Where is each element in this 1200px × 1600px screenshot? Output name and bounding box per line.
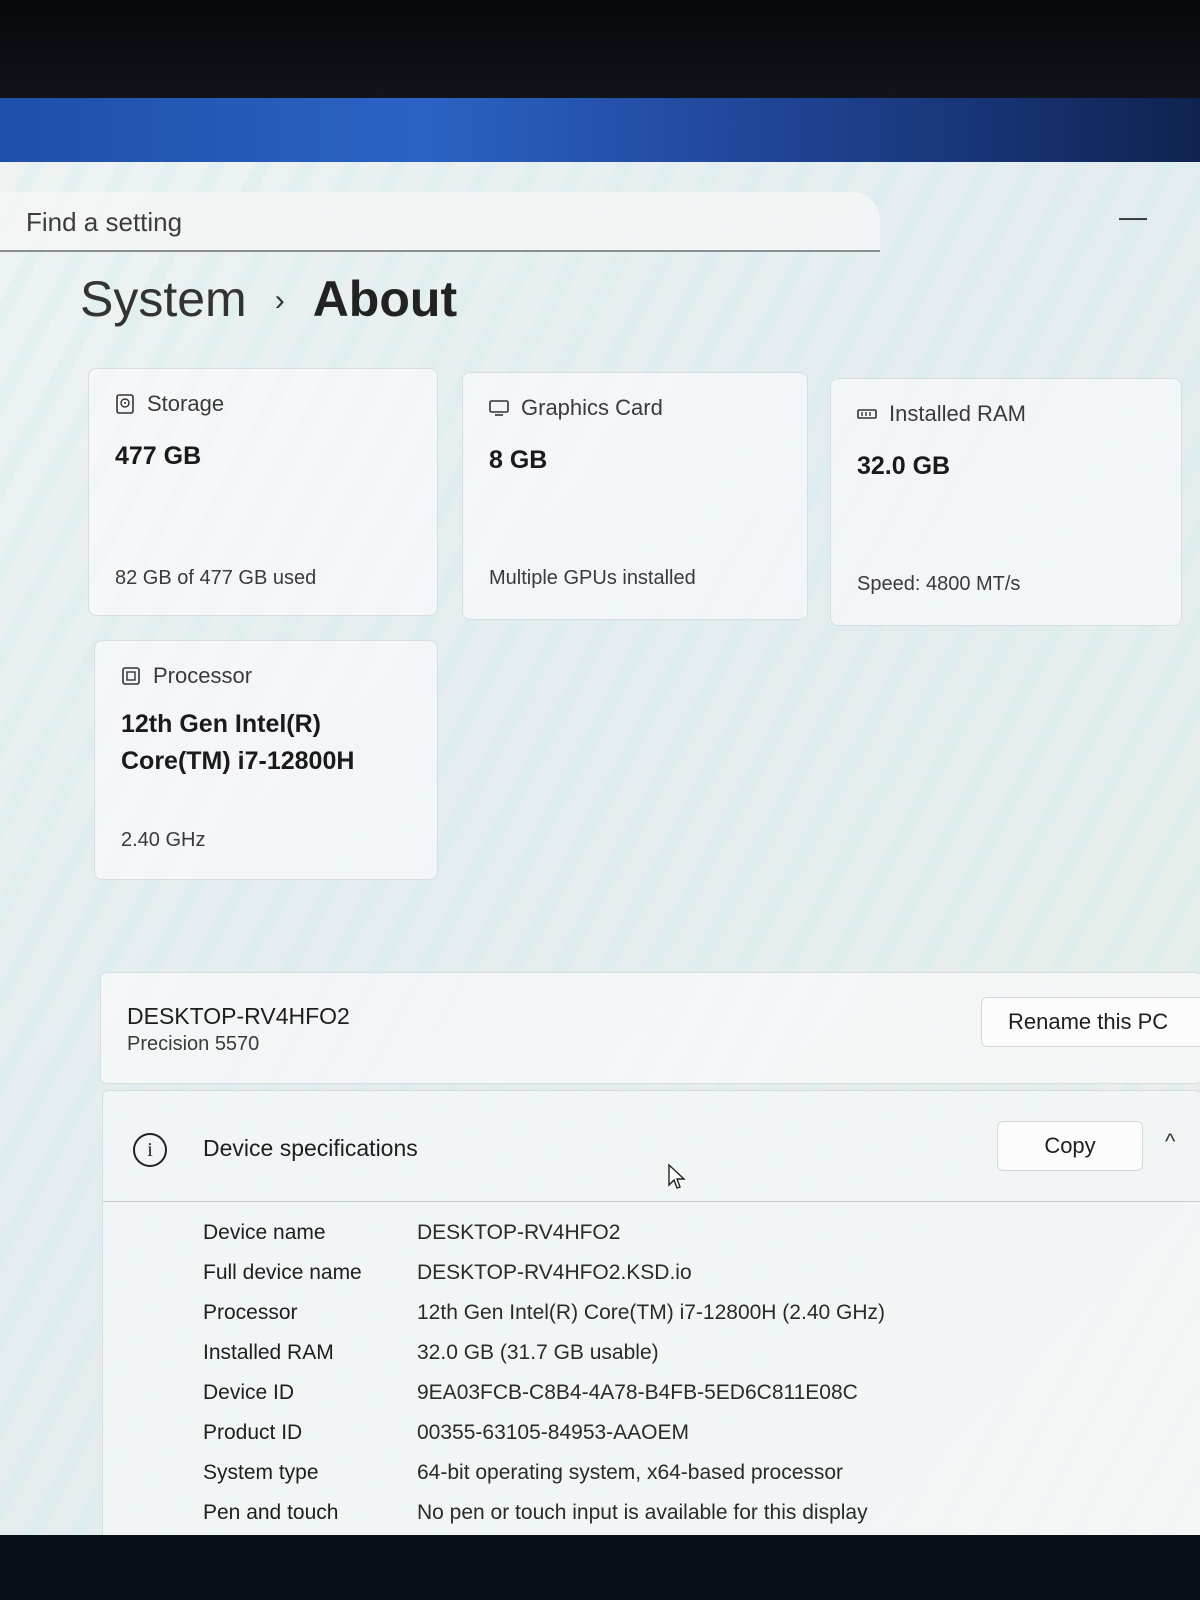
processor-model-line1: 12th Gen Intel(R)	[121, 710, 322, 738]
minimize-button[interactable]: —	[1093, 188, 1173, 246]
ram-card[interactable]: Installed RAM 32.0 GB Speed: 4800 MT/s	[830, 378, 1182, 626]
table-row: System type 64-bit operating system, x64-…	[203, 1453, 885, 1493]
graphics-card[interactable]: Graphics Card 8 GB Multiple GPUs install…	[462, 372, 808, 620]
spec-key: Full device name	[203, 1261, 362, 1284]
spec-value: DESKTOP-RV4HFO2	[417, 1221, 621, 1244]
breadcrumb: System › About	[80, 270, 457, 328]
pc-model: Precision 5570	[127, 1033, 260, 1055]
device-specifications-panel: i Device specifications Copy ^ Device na…	[102, 1090, 1200, 1536]
monitor-icon	[489, 400, 509, 416]
copy-button[interactable]: Copy	[997, 1121, 1143, 1171]
processor-icon	[122, 667, 140, 685]
processor-speed: 2.40 GHz	[121, 829, 206, 851]
spec-table: Device name DESKTOP-RV4HFO2 Full device n…	[203, 1213, 885, 1533]
graphics-title: Graphics Card	[521, 395, 663, 420]
spec-key: Device ID	[203, 1381, 295, 1404]
storage-card[interactable]: Storage 477 GB 82 GB of 477 GB used	[88, 368, 438, 616]
breadcrumb-system[interactable]: System	[80, 270, 247, 328]
spec-key: System type	[203, 1461, 319, 1484]
monitor-bezel-top	[0, 0, 1200, 100]
memory-icon	[857, 409, 877, 419]
table-row: Full device name DESKTOP-RV4HFO2.KSD.io	[203, 1253, 885, 1293]
storage-value: 477 GB	[115, 442, 202, 470]
ram-value: 32.0 GB	[857, 452, 951, 480]
breadcrumb-separator: ›	[274, 284, 285, 317]
spec-key: Processor	[203, 1301, 298, 1324]
ram-title: Installed RAM	[889, 401, 1026, 426]
page-title: About	[312, 271, 458, 327]
chevron-up-icon[interactable]: ^	[1165, 1129, 1175, 1155]
mouse-cursor-icon	[668, 1163, 686, 1189]
spec-key: Pen and touch	[203, 1501, 339, 1524]
storage-icon	[116, 394, 134, 414]
spec-value: DESKTOP-RV4HFO2.KSD.io	[417, 1261, 692, 1284]
search-input[interactable]	[24, 202, 848, 242]
table-row: Product ID 00355-63105-84953-AAOEM	[203, 1413, 885, 1453]
processor-model-line2: Core(TM) i7-12800H	[121, 747, 355, 775]
spec-value: 12th Gen Intel(R) Core(TM) i7-12800H (2.…	[417, 1301, 885, 1324]
search-box[interactable]	[0, 192, 880, 252]
pc-name-row: DESKTOP-RV4HFO2 Precision 5570 Rename th…	[100, 972, 1200, 1084]
spec-value: 32.0 GB (31.7 GB usable)	[417, 1341, 659, 1364]
processor-card[interactable]: Processor 12th Gen Intel(R) Core(TM) i7-…	[94, 640, 438, 880]
table-row: Pen and touch No pen or touch input is av…	[203, 1493, 885, 1533]
graphics-note: Multiple GPUs installed	[489, 567, 696, 589]
settings-window: — System › About Storage 477 GB 82 GB of…	[0, 162, 1200, 1536]
device-specifications-header[interactable]: i Device specifications Copy ^	[103, 1091, 1200, 1202]
device-specifications-title: Device specifications	[203, 1135, 418, 1161]
spec-value: 00355-63105-84953-AAOEM	[417, 1421, 690, 1444]
table-row: Installed RAM 32.0 GB (31.7 GB usable)	[203, 1333, 885, 1373]
table-row: Device name DESKTOP-RV4HFO2	[203, 1213, 885, 1253]
monitor-bezel-bottom	[0, 1535, 1200, 1600]
storage-usage: 82 GB of 477 GB used	[115, 567, 317, 589]
spec-key: Installed RAM	[203, 1341, 334, 1364]
spec-key: Device name	[203, 1221, 326, 1244]
info-icon: i	[133, 1133, 167, 1167]
ram-speed: Speed: 4800 MT/s	[857, 573, 1021, 595]
table-row: Device ID 9EA03FCB-C8B4-4A78-B4FB-5ED6C81…	[203, 1373, 885, 1413]
graphics-value: 8 GB	[489, 446, 548, 474]
pc-name: DESKTOP-RV4HFO2	[127, 1003, 350, 1029]
storage-title: Storage	[147, 391, 225, 416]
processor-title: Processor	[153, 663, 253, 688]
spec-value: 9EA03FCB-C8B4-4A78-B4FB-5ED6C811E08C	[417, 1381, 858, 1404]
rename-pc-button[interactable]: Rename this PC	[981, 997, 1200, 1047]
table-row: Processor 12th Gen Intel(R) Core(TM) i7-1…	[203, 1293, 885, 1333]
spec-value: 64-bit operating system, x64-based proce…	[417, 1461, 844, 1484]
spec-value: No pen or touch input is available for t…	[417, 1501, 868, 1524]
spec-key: Product ID	[203, 1421, 303, 1444]
